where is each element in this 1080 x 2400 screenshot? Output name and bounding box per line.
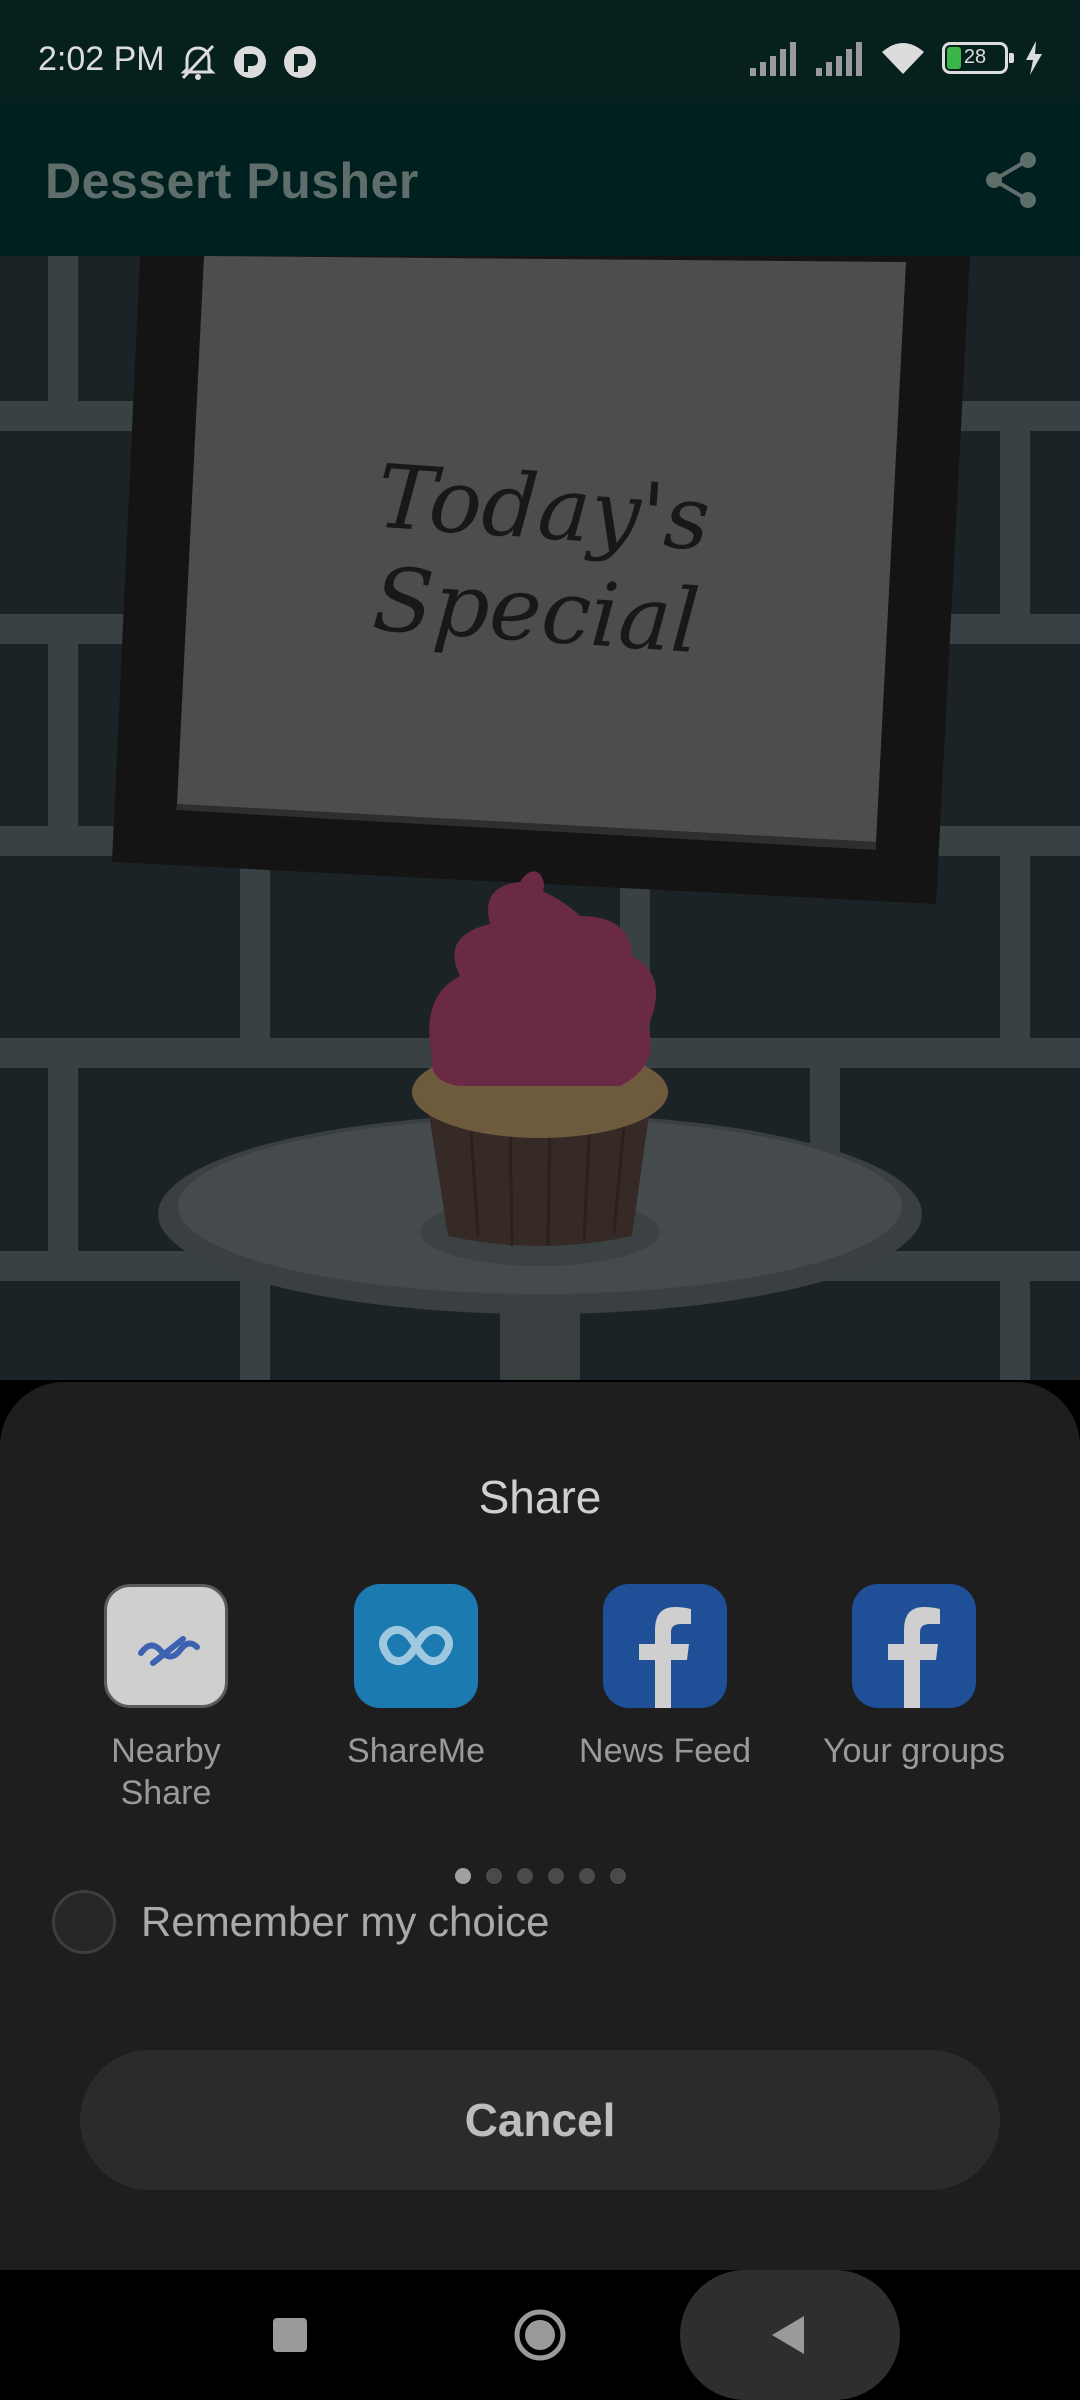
alarm-off-icon — [180, 44, 216, 80]
page-dot — [485, 1868, 502, 1884]
app-title: Dessert Pusher — [45, 153, 419, 209]
app-label: Your groups — [822, 1732, 1006, 1770]
sheet-title: Share — [478, 1471, 602, 1523]
app-notification-icon — [234, 46, 266, 78]
app-label: ShareMe — [347, 1732, 485, 1770]
status-time: 2:02 PM — [38, 40, 165, 78]
dessert-scene: Today's Special — [0, 256, 1080, 1380]
app-notification-icon — [284, 46, 316, 78]
page-dot — [609, 1868, 626, 1884]
facebook-icon — [603, 1584, 727, 1708]
share-icon[interactable] — [980, 148, 1044, 212]
wifi-icon — [882, 43, 924, 74]
share-sheet: Share Nearby Share ShareMe News Feed You… — [0, 1382, 1080, 2270]
charging-icon — [1026, 41, 1042, 75]
navigation-bar — [0, 2270, 1080, 2400]
home-icon — [514, 2309, 566, 2361]
cancel-button[interactable]: Cancel — [80, 2050, 1000, 2190]
app-label: News Feed — [579, 1732, 751, 1770]
nearby-share-icon — [104, 1584, 228, 1708]
brick-wall-illustration — [0, 256, 1080, 1380]
share-target-news-feed[interactable]: News Feed — [565, 1584, 765, 1772]
battery-icon: 28 — [942, 42, 1014, 74]
share-target-nearby-share[interactable]: Nearby Share — [66, 1584, 266, 1814]
signal-icon — [750, 42, 796, 76]
shareme-icon — [354, 1584, 478, 1708]
status-icons-left — [178, 42, 318, 82]
page-dot — [516, 1868, 533, 1884]
remember-choice-row[interactable]: Remember my choice — [52, 1890, 549, 1954]
status-bar: 2:02 PM 28 — [0, 0, 1080, 102]
app-label: Nearby Share — [111, 1732, 221, 1812]
page-dot — [547, 1868, 564, 1884]
page-dot — [454, 1868, 471, 1884]
sign-text: Today's Special — [369, 444, 714, 674]
facebook-icon — [852, 1584, 976, 1708]
battery-level: 28 — [963, 46, 987, 68]
share-target-your-groups[interactable]: Your groups — [814, 1584, 1014, 1772]
share-targets: Nearby Share ShareMe News Feed Your grou… — [0, 1584, 1080, 1824]
recents-icon — [273, 2318, 307, 2352]
app-bar: Dessert Pusher — [0, 102, 1080, 256]
status-icons-right: 28 — [748, 40, 1044, 76]
page-dot — [578, 1868, 595, 1884]
page-indicator — [0, 1868, 1080, 1884]
share-target-shareme[interactable]: ShareMe — [316, 1584, 516, 1772]
remember-choice-checkbox[interactable] — [52, 1890, 116, 1954]
home-button[interactable] — [480, 2270, 600, 2400]
back-icon — [772, 2316, 804, 2354]
back-button[interactable] — [680, 2270, 900, 2400]
remember-choice-label: Remember my choice — [141, 1898, 550, 1945]
recents-button[interactable] — [230, 2270, 350, 2400]
signal-icon — [816, 42, 862, 76]
